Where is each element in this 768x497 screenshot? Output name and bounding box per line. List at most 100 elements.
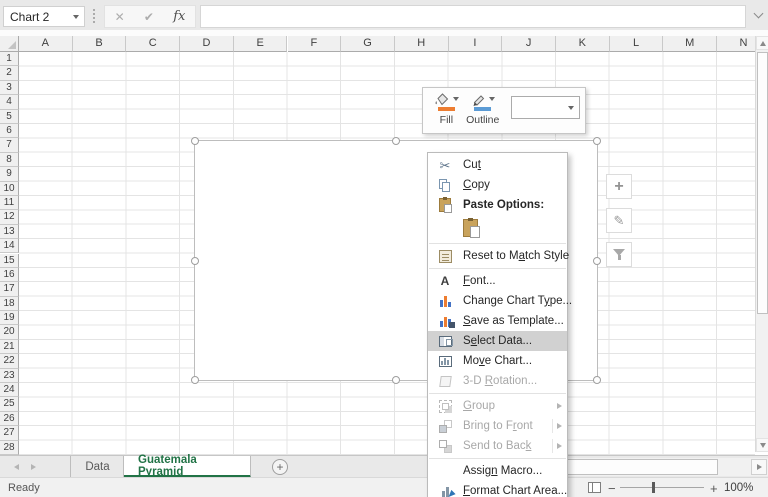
column-header-E[interactable]: E [233,36,288,52]
zoom-in-button[interactable]: + [710,481,718,496]
menu-item-move-chart[interactable]: Move Chart... [428,351,567,371]
horizontal-scrollbar[interactable] [560,458,768,476]
row-header-3[interactable]: 3 [0,80,19,96]
scroll-up-button[interactable] [756,36,768,50]
column-header-M[interactable]: M [663,36,718,52]
menu-item-select-data[interactable]: Select Data... [428,331,567,351]
chart-filters-button[interactable] [606,242,632,267]
row-header-25[interactable]: 25 [0,397,19,412]
column-header-N[interactable]: N [717,36,755,52]
row-header-20[interactable]: 20 [0,325,19,340]
row-header-22[interactable]: 22 [0,354,19,369]
chart-resize-handle[interactable] [191,376,199,384]
row-header-26[interactable]: 26 [0,411,19,427]
column-header-G[interactable]: G [341,36,395,52]
chart-resize-handle[interactable] [191,256,199,265]
chart-resize-handle[interactable] [593,256,601,265]
formula-bar-splitter[interactable] [93,9,96,23]
menu-item-change-chart-type[interactable]: Change Chart Type... [428,291,572,311]
scroll-down-button[interactable] [756,438,768,452]
formula-input[interactable] [200,5,746,28]
menu-item-assign-macro[interactable]: Assign Macro... [428,461,567,481]
chart-resize-handle[interactable] [593,137,601,145]
sheet-tab-guatemala-pyramid[interactable]: Guatemala Pyramid [124,454,251,478]
column-header-J[interactable]: J [502,36,556,52]
sheet-tab-data[interactable]: Data [72,456,124,478]
menu-item-save-as-template[interactable]: Save as Template... [428,311,567,331]
vertical-scroll-thumb[interactable] [757,52,768,314]
column-header-F[interactable]: F [287,36,342,52]
select-all-button[interactable] [0,36,19,52]
zoom-slider-thumb[interactable] [652,482,655,493]
row-header-6[interactable]: 6 [0,123,19,139]
row-header-9[interactable]: 9 [0,167,19,182]
chart-styles-button[interactable]: ✎ [606,208,632,233]
horizontal-scroll-thumb[interactable] [564,459,718,475]
column-header-H[interactable]: H [394,36,449,52]
row-header-11[interactable]: 11 [0,195,19,211]
mini-toolbar: Fill Outline [422,87,586,134]
menu-item-format-chart-area[interactable]: Format Chart Area... [428,481,567,497]
zoom-slider-track[interactable] [620,487,704,488]
row-header-13[interactable]: 13 [0,224,19,240]
column-header-K[interactable]: K [556,36,610,52]
chart-elements-button[interactable]: + [606,174,632,199]
chart-resize-handle[interactable] [191,137,199,145]
page-layout-view-icon[interactable] [588,482,601,493]
menu-separator [429,268,566,269]
next-sheet-icon[interactable] [31,464,36,470]
menu-item-reset-to-match-style[interactable]: Reset to Match Style [428,246,569,266]
vertical-scrollbar[interactable] [755,36,768,452]
column-header-C[interactable]: C [126,36,181,52]
row-header-5[interactable]: 5 [0,109,19,124]
row-header-10[interactable]: 10 [0,181,19,196]
row-header-4[interactable]: 4 [0,95,19,110]
column-header-I[interactable]: I [448,36,503,52]
row-header-15[interactable]: 15 [0,253,19,268]
menu-item-bring-to-front: Bring to Front [428,416,567,436]
row-header-7[interactable]: 7 [0,138,19,153]
chart-resize-handle[interactable] [392,376,400,384]
enter-icon[interactable]: ✔ [144,10,154,24]
scroll-right-button[interactable] [751,459,767,475]
insert-function-icon[interactable]: fx [173,9,185,24]
new-sheet-button[interactable]: + [272,459,288,475]
name-box[interactable]: Chart 2 [3,6,85,27]
menu-item-cut[interactable]: ✂ Cut [428,155,567,175]
fill-button[interactable]: Fill [430,92,463,131]
cancel-icon[interactable]: ✕ [115,10,125,24]
chart-resize-handle[interactable] [392,137,400,145]
prev-sheet-icon[interactable] [14,464,19,470]
zoom-out-button[interactable]: − [608,481,616,496]
row-header-24[interactable]: 24 [0,383,19,398]
row-header-1[interactable]: 1 [0,52,19,67]
menu-item-font[interactable]: A Font... [428,271,567,291]
row-header-19[interactable]: 19 [0,311,19,326]
column-header-B[interactable]: B [72,36,127,52]
row-header-18[interactable]: 18 [0,296,19,312]
row-header-14[interactable]: 14 [0,239,19,254]
worksheet-grid: ABCDEFGHIJKLMN 1 2 3 4 5 6 7 8 9 10 11 12 13 14 15 16 17… [0,36,755,455]
row-header-12[interactable]: 12 [0,210,19,225]
expand-formula-bar-icon[interactable] [752,10,764,20]
column-header-L[interactable]: L [609,36,664,52]
row-header-8[interactable]: 8 [0,152,19,168]
row-header-23[interactable]: 23 [0,368,19,384]
row-header-17[interactable]: 17 [0,282,19,297]
zoom-level[interactable]: 100% [724,482,753,494]
name-box-dropdown[interactable] [68,7,84,26]
column-header-A[interactable]: A [19,36,73,52]
chart-resize-handle[interactable] [593,376,601,384]
outline-button[interactable]: Outline [463,92,503,131]
style-combo-box[interactable] [510,96,580,119]
row-header-2[interactable]: 2 [0,66,19,81]
column-header-D[interactable]: D [180,36,234,52]
row-header-28[interactable]: 28 [0,440,19,455]
chevron-down-icon [452,97,459,101]
row-header-21[interactable]: 21 [0,339,19,355]
row-header-16[interactable]: 16 [0,267,19,283]
menu-item-copy[interactable]: Copy [428,175,567,195]
paste-option-keep-formatting[interactable] [428,215,567,241]
submenu-arrow-icon [557,443,562,449]
row-header-27[interactable]: 27 [0,426,19,441]
